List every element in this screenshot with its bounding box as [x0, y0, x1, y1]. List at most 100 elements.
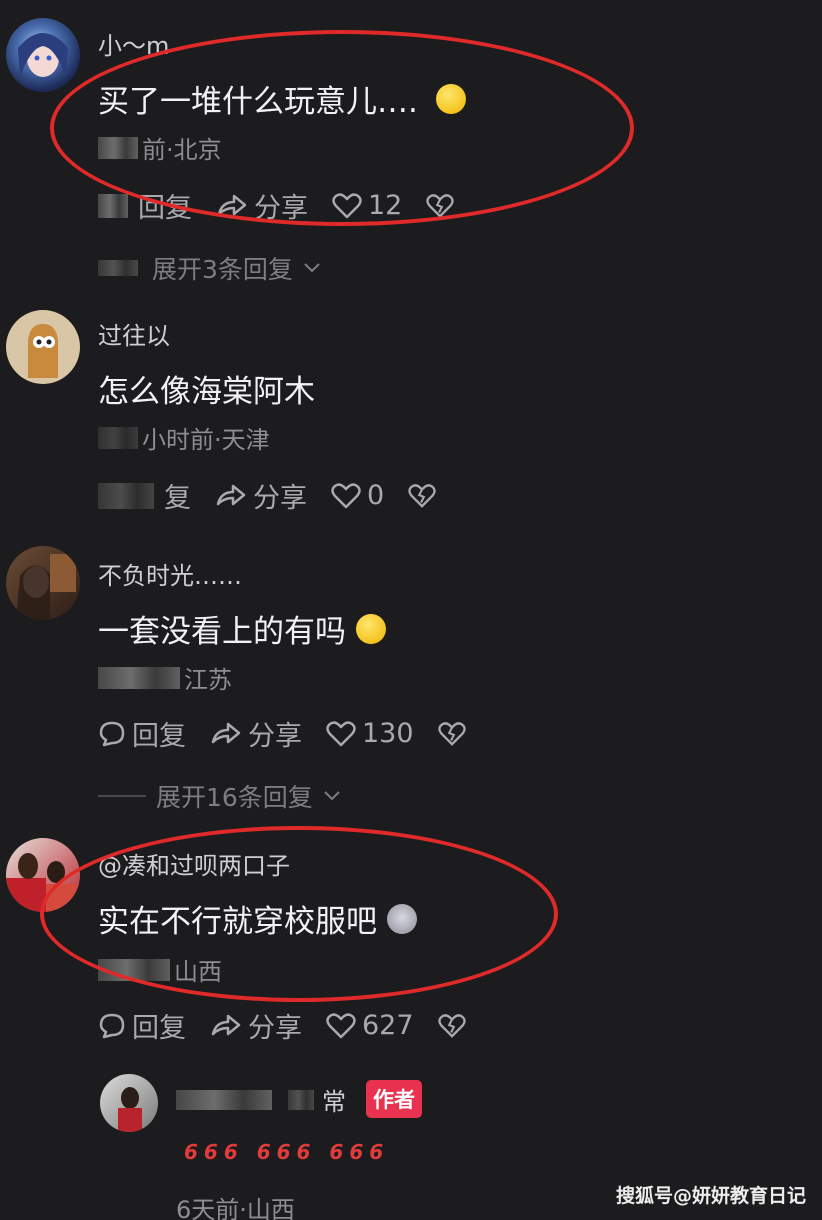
author-badge: 作者 [366, 1080, 422, 1118]
chevron-down-icon [324, 791, 340, 801]
avatar-photo-woman-icon [16, 554, 76, 620]
dislike-button[interactable] [437, 721, 466, 747]
avatar-cartoon-bread-icon [28, 324, 58, 378]
comment-actions: 回复 分享 12 [98, 186, 455, 225]
share-label: 分享 [248, 721, 302, 752]
blurred-time [98, 958, 170, 981]
comment-meta: 小时前·天津 [98, 420, 270, 455]
blurred-time [98, 426, 138, 449]
like-count: 130 [362, 718, 414, 749]
reply-button[interactable]: 复 [98, 476, 191, 515]
comment-text-body: 怎么像海棠阿木 [98, 374, 315, 410]
speech-bubble-icon [99, 721, 125, 746]
broken-heart-icon [408, 483, 436, 508]
reply-label: 复 [164, 483, 191, 514]
share-label: 分享 [254, 193, 308, 224]
comment-text: 买了一堆什么玩意儿…. [98, 76, 466, 121]
share-icon [217, 194, 247, 215]
expand-label: 展开16条回复 [156, 783, 313, 812]
heart-icon [331, 482, 361, 508]
reply-button[interactable]: 回复 [98, 714, 186, 753]
share-button[interactable]: 分享 [215, 476, 307, 515]
blurred-username [176, 1089, 272, 1110]
username[interactable]: @凑和过呗两口子 [98, 846, 290, 881]
like-button[interactable]: 0 [331, 480, 384, 511]
comment-text-body: 一套没看上的有吗 [98, 614, 346, 650]
username[interactable]: 过往以 [98, 316, 170, 351]
comment-meta: 江苏 [98, 660, 232, 695]
blurred-line [98, 260, 138, 276]
speech-bubble-icon [99, 1013, 125, 1038]
expand-replies[interactable]: 展开3条回复 [98, 250, 321, 286]
broken-heart-icon [437, 721, 466, 746]
dislike-button[interactable] [426, 193, 455, 219]
reply-meta: 6天前·山西 [176, 1196, 295, 1220]
blurred-time [98, 136, 138, 159]
cat-face-emoji-icon [387, 903, 417, 934]
avatar-photo-icon [118, 1087, 142, 1132]
heart-icon [326, 720, 356, 746]
dislike-button[interactable] [437, 1013, 466, 1039]
dislike-button[interactable] [408, 483, 436, 509]
like-count: 0 [367, 480, 385, 511]
comment-actions: 回复 分享 130 [98, 714, 466, 753]
share-label: 分享 [253, 483, 307, 514]
reply-button[interactable]: 回复 [98, 186, 192, 225]
chevron-down-icon [304, 263, 320, 273]
comment-text: 实在不行就穿校服吧 [98, 896, 417, 941]
blurred-username-part [288, 1089, 314, 1110]
share-button[interactable]: 分享 [210, 714, 302, 753]
reply-button[interactable]: 回复 [98, 1006, 186, 1045]
heart-icon [332, 192, 362, 218]
blurred-reply-icon [98, 482, 154, 509]
share-button[interactable]: 分享 [216, 186, 308, 225]
comment-actions: 复 分享 0 [98, 476, 436, 515]
reply-label: 回复 [132, 721, 186, 752]
blurred-reply-icon [98, 193, 128, 218]
blurred-time [98, 666, 180, 689]
username[interactable]: 不负时光…… [98, 556, 242, 591]
avatar-anime-girl-icon [18, 33, 68, 78]
grimace-sweat-emoji-icon [356, 613, 386, 644]
expand-label: 展开3条回复 [152, 255, 293, 284]
time-location: 山西 [174, 958, 222, 986]
avatar[interactable] [100, 1074, 158, 1132]
like-button[interactable]: 627 [326, 1010, 414, 1041]
time-location: 江苏 [184, 666, 232, 694]
avatar[interactable] [6, 310, 80, 384]
expand-replies[interactable]: 展开16条回复 [98, 778, 341, 814]
avatar[interactable] [6, 18, 80, 92]
reply-username[interactable]: 常 [176, 1082, 346, 1117]
watermark: 搜狐号@妍妍教育日记 [615, 1185, 806, 1207]
share-button[interactable]: 分享 [210, 1006, 302, 1045]
comment-text: 怎么像海棠阿木 [98, 366, 315, 411]
comment-meta: 前·北京 [98, 130, 222, 165]
reply-text: 666 666 666 [184, 1140, 390, 1164]
comment-meta: 山西 [98, 952, 222, 987]
comment-text-body: 买了一堆什么玩意儿…. [98, 84, 418, 120]
like-button[interactable]: 12 [332, 190, 402, 221]
username[interactable]: 小～m [98, 26, 169, 61]
username-suffix: 常 [322, 1088, 346, 1116]
share-icon [211, 1014, 241, 1035]
comment-text-body: 实在不行就穿校服吧 [98, 904, 377, 940]
avatar[interactable] [6, 838, 80, 912]
comment-actions: 回复 分享 627 [98, 1006, 466, 1045]
share-icon [211, 722, 241, 743]
like-count: 12 [368, 190, 403, 221]
avatar-photo-couple-icon [6, 853, 80, 912]
avatar[interactable] [6, 546, 80, 620]
like-button[interactable]: 130 [326, 718, 414, 749]
smirk-emoji-icon [435, 83, 466, 114]
time-location: 前·北京 [142, 136, 222, 164]
reply-label: 回复 [132, 1013, 186, 1044]
share-icon [216, 484, 246, 505]
share-label: 分享 [248, 1013, 302, 1044]
broken-heart-icon [426, 193, 455, 218]
reply-label: 回复 [138, 193, 192, 224]
like-count: 627 [362, 1010, 414, 1041]
comment-text: 一套没看上的有吗 [98, 606, 386, 651]
divider-line [98, 795, 146, 797]
time-location: 小时前·天津 [142, 426, 270, 454]
broken-heart-icon [437, 1013, 466, 1038]
